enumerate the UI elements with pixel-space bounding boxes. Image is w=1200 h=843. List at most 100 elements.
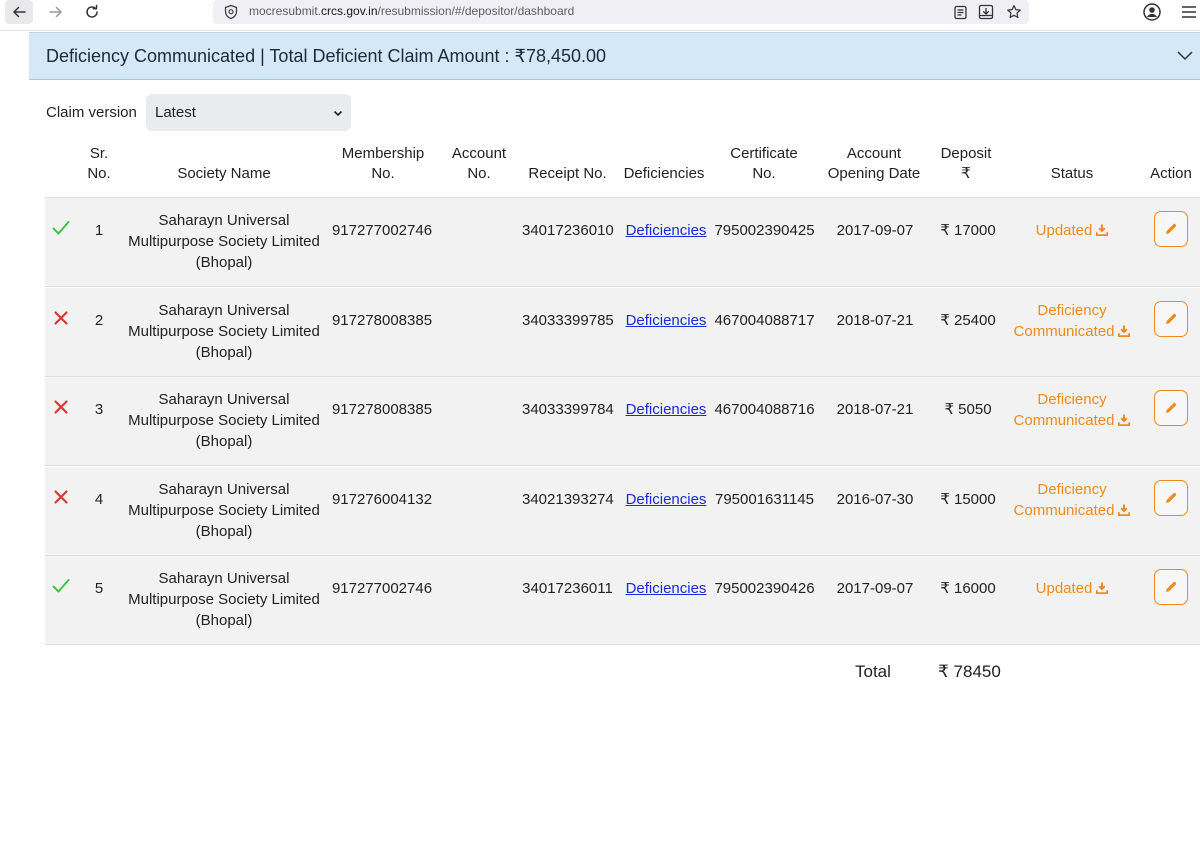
header-deposit: Deposit ₹	[934, 144, 998, 184]
status-cell: Deficiency Communicated	[1007, 300, 1137, 343]
header-account-opening-date: Account Opening Date	[822, 144, 926, 184]
status-text-line1: Deficiency	[1037, 391, 1107, 408]
cell-society-name: Saharayn Universal Multipurpose Society L…	[115, 210, 333, 273]
deficiencies-link[interactable]: Deficiencies	[621, 489, 711, 510]
status-text-line1: Deficiency	[1037, 302, 1107, 319]
star-icon	[1007, 5, 1021, 19]
society-name-line3: (Bhopal)	[195, 344, 253, 361]
download-icon[interactable]	[1118, 322, 1131, 343]
header-account-line1: Account	[451, 145, 507, 162]
society-name-line1: Saharayn Universal	[158, 570, 290, 587]
cell-sr-no: 3	[94, 401, 104, 418]
header-deficiencies: Deficiencies	[623, 165, 705, 182]
status-text-line2: Communicated	[1007, 410, 1137, 432]
header-society-name: Society Name	[177, 165, 271, 182]
claim-version-label: Claim version	[46, 104, 137, 121]
total-value: ₹ 78450	[938, 662, 1001, 681]
society-name-line3: (Bhopal)	[195, 612, 253, 629]
cell-opening-date: 2018-07-21	[836, 312, 914, 329]
save-page-button[interactable]	[977, 3, 995, 21]
download-icon[interactable]	[1118, 411, 1131, 432]
hamburger-menu-icon[interactable]	[1180, 2, 1198, 22]
society-name-line2: Multipurpose Society Limited	[128, 591, 320, 608]
pencil-icon	[1164, 312, 1178, 326]
society-name-line2: Multipurpose Society Limited	[128, 412, 320, 429]
header-deposit-line2: ₹	[961, 165, 971, 182]
edit-button[interactable]	[1154, 390, 1188, 426]
status-text-line1: Deficiency	[1037, 481, 1107, 498]
account-icon[interactable]	[1142, 2, 1162, 22]
cell-opening-date: 2017-09-07	[836, 580, 914, 597]
address-bar[interactable]: mocresubmit.crcs.gov.in/resubmission/#/d…	[213, 0, 1029, 24]
claim-version-value: Latest	[155, 104, 196, 121]
pencil-icon	[1164, 491, 1178, 505]
table-row: 3 Saharayn Universal Multipurpose Society …	[45, 377, 1200, 466]
header-status: Status	[1050, 165, 1094, 182]
cell-deposit: ₹ 5050	[944, 401, 992, 418]
reload-button[interactable]	[78, 0, 106, 24]
status-text: Updated	[1035, 222, 1093, 239]
status-text: Communicated	[1013, 412, 1115, 429]
arrow-right-icon	[49, 6, 62, 18]
status-text: Communicated	[1013, 323, 1115, 340]
cell-receipt-no: 34033399784	[522, 401, 614, 418]
cell-society-name: Saharayn Universal Multipurpose Society L…	[115, 568, 333, 631]
cross-icon	[53, 489, 69, 510]
cell-sr-no: 1	[94, 222, 104, 239]
header-sr-line1: Sr.	[89, 145, 109, 162]
society-name-line1: Saharayn Universal	[158, 391, 290, 408]
status-text: Updated	[1035, 580, 1093, 597]
reader-view-button[interactable]	[951, 3, 969, 21]
edit-button[interactable]	[1154, 480, 1188, 516]
url-text: mocresubmit.crcs.gov.in/resubmission/#/d…	[249, 4, 574, 18]
chevron-down-icon[interactable]	[1176, 46, 1194, 64]
deficiency-accordion-header[interactable]: Deficiency Communicated | Total Deficien…	[29, 32, 1200, 80]
header-opening-line2: Opening Date	[827, 165, 921, 182]
cell-certificate-no: 795002390425	[714, 222, 815, 239]
header-membership-line2: No.	[371, 165, 395, 182]
deficiencies-link[interactable]: Deficiencies	[621, 220, 711, 241]
shield-icon	[224, 4, 238, 20]
cell-deposit: ₹ 16000	[940, 580, 996, 597]
download-icon[interactable]	[1096, 579, 1109, 600]
download-tray-icon	[978, 4, 994, 20]
header-membership-no: Membership No.	[330, 144, 436, 184]
forward-button[interactable]	[42, 0, 70, 24]
status-cell: Updated	[1007, 220, 1137, 242]
cell-receipt-no: 34021393274	[522, 491, 614, 508]
check-icon	[52, 220, 70, 241]
cell-membership-no: 917276004132	[331, 491, 433, 508]
edit-button[interactable]	[1154, 569, 1188, 605]
deficiencies-link[interactable]: Deficiencies	[621, 310, 711, 331]
society-name-line3: (Bhopal)	[195, 254, 253, 271]
deficiencies-link[interactable]: Deficiencies	[621, 399, 711, 420]
download-icon[interactable]	[1096, 221, 1109, 242]
cell-sr-no: 5	[94, 580, 104, 597]
accordion-title: Deficiency Communicated | Total Deficien…	[46, 46, 607, 66]
edit-button[interactable]	[1154, 211, 1188, 247]
header-receipt-no: Receipt No.	[528, 165, 607, 182]
back-button[interactable]	[5, 0, 33, 24]
cell-receipt-no: 34033399785	[522, 312, 614, 329]
reload-icon	[86, 4, 98, 18]
cell-membership-no: 917277002746	[331, 580, 433, 597]
cell-membership-no: 917278008385	[331, 401, 433, 418]
download-icon[interactable]	[1118, 501, 1131, 522]
status-text-line2: Communicated	[1007, 500, 1137, 522]
status-cell: Deficiency Communicated	[1007, 389, 1137, 432]
deficiencies-link[interactable]: Deficiencies	[621, 578, 711, 599]
edit-button[interactable]	[1154, 301, 1188, 337]
header-deposit-line1: Deposit	[940, 145, 992, 162]
url-domain: crcs.gov.in	[321, 4, 378, 18]
url-prefix: mocresubmit.	[249, 4, 322, 18]
status-text: Communicated	[1013, 502, 1115, 519]
reader-view-icon	[953, 5, 967, 19]
claim-version-select[interactable]: Latest	[146, 94, 351, 131]
header-action: Action	[1150, 165, 1192, 182]
cell-opening-date: 2018-07-21	[836, 401, 914, 418]
cross-icon	[53, 399, 69, 420]
header-certificate-line2: No.	[752, 165, 776, 182]
cell-sr-no: 2	[94, 312, 104, 329]
cell-certificate-no: 795002390426	[714, 580, 815, 597]
bookmark-button[interactable]	[1005, 3, 1023, 21]
